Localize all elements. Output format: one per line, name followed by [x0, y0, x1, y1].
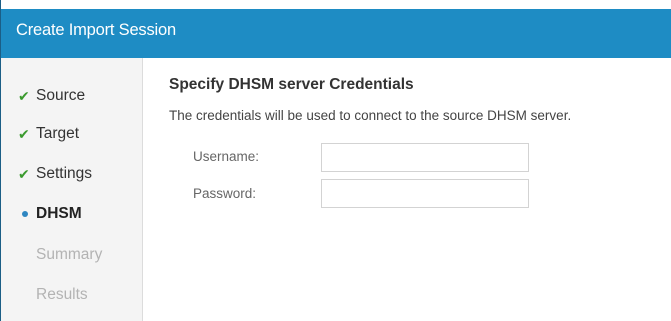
step-source[interactable]: ✔ Source [18, 84, 85, 108]
username-input[interactable] [321, 143, 529, 172]
wizard-steps-sidebar: ✔ Source ✔ Target ✔ Settings DHSM Summar… [1, 58, 143, 321]
section-heading: Specify DHSM server Credentials [169, 76, 414, 93]
step-label: Source [36, 87, 86, 104]
step-dhsm[interactable]: DHSM [18, 202, 82, 226]
create-import-session-dialog: Create Import Session ✔ Source ✔ Target … [0, 0, 671, 321]
current-step-dot-icon [22, 211, 28, 217]
step-label: DHSM [36, 205, 82, 222]
step-summary: Summary [36, 243, 102, 267]
checkmark-icon: ✔ [18, 125, 30, 142]
credentials-panel: Specify DHSM server Credentials The cred… [143, 58, 671, 321]
step-label: Summary [36, 246, 103, 263]
section-description: The credentials will be used to connect … [169, 108, 572, 123]
username-label: Username: [193, 149, 260, 164]
step-label: Target [36, 125, 80, 142]
password-label: Password: [193, 186, 257, 201]
dialog-title: Create Import Session [16, 21, 176, 39]
checkmark-icon: ✔ [18, 87, 30, 104]
step-results: Results [36, 283, 88, 307]
dialog-titlebar: Create Import Session [1, 0, 671, 58]
step-label: Settings [36, 165, 93, 182]
password-input[interactable] [321, 179, 529, 208]
step-settings[interactable]: ✔ Settings [18, 162, 92, 186]
step-target[interactable]: ✔ Target [18, 122, 79, 146]
step-label: Results [36, 286, 88, 303]
checkmark-icon: ✔ [18, 165, 30, 182]
